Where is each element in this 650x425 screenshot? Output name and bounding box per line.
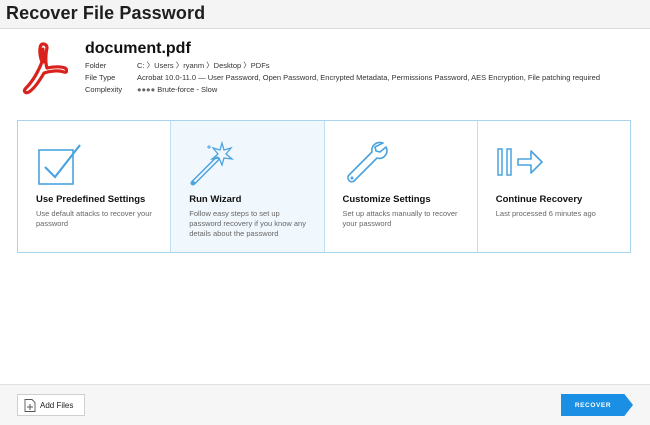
- resume-icon: [497, 148, 543, 176]
- card-title: Run Wizard: [189, 194, 242, 205]
- card-run-wizard[interactable]: Run Wizard Follow easy steps to set up p…: [171, 121, 325, 252]
- folder-label: Folder: [85, 61, 107, 70]
- recovery-options: Use Predefined Settings Use default atta…: [17, 120, 631, 253]
- file-name: document.pdf: [85, 40, 191, 57]
- pdf-file-icon: [22, 42, 68, 95]
- window-title: Recover File Password: [6, 3, 206, 23]
- file-type-value: Acrobat 10.0-11.0 — User Password, Open …: [137, 73, 600, 82]
- card-description: Last processed 6 minutes ago: [495, 209, 596, 218]
- card-title: Continue Recovery: [495, 194, 583, 205]
- magic-wand-icon: [190, 140, 235, 186]
- complexity-label: Complexity: [85, 85, 123, 94]
- add-file-icon: [24, 399, 36, 412]
- recover-button[interactable]: RECOVER: [561, 394, 633, 416]
- wrench-icon: [346, 141, 388, 183]
- card-continue-recovery[interactable]: Continue Recovery Last processed 6 minut…: [478, 121, 630, 252]
- card-title: Use Predefined Settings: [36, 194, 146, 205]
- card-description: Use default attacks to recover your pass…: [36, 209, 152, 228]
- card-description: Set up attacks manually to recover your …: [342, 209, 458, 228]
- checkbox-icon: [38, 144, 81, 185]
- card-use-predefined-settings[interactable]: Use Predefined Settings Use default atta…: [18, 121, 172, 252]
- folder-value: C: 〉Users 〉ryanm 〉Desktop 〉PDFs: [137, 61, 270, 70]
- add-files-label: Add Files: [40, 401, 74, 410]
- complexity-row: Complexity ●●●● Brute-force - Slow: [85, 84, 217, 96]
- add-files-button[interactable]: Add Files: [17, 394, 85, 416]
- card-customize-settings[interactable]: Customize Settings Set up attacks manual…: [325, 121, 478, 252]
- footer-bar: Add Files RECOVER: [0, 384, 650, 425]
- card-title: Customize Settings: [342, 194, 431, 205]
- card-description: Follow easy steps to set up password rec…: [189, 209, 306, 238]
- folder-row: Folder C: 〉Users 〉ryanm 〉Desktop 〉PDFs: [85, 60, 270, 72]
- complexity-dots: ●●●●: [137, 85, 156, 94]
- title-bar: Recover File Password: [0, 0, 650, 29]
- complexity-value: Brute-force - Slow: [157, 85, 218, 94]
- file-type-label: File Type: [85, 73, 116, 82]
- recover-label: RECOVER: [574, 402, 612, 409]
- file-type-row: File Type Acrobat 10.0-11.0 — User Passwo…: [85, 72, 600, 84]
